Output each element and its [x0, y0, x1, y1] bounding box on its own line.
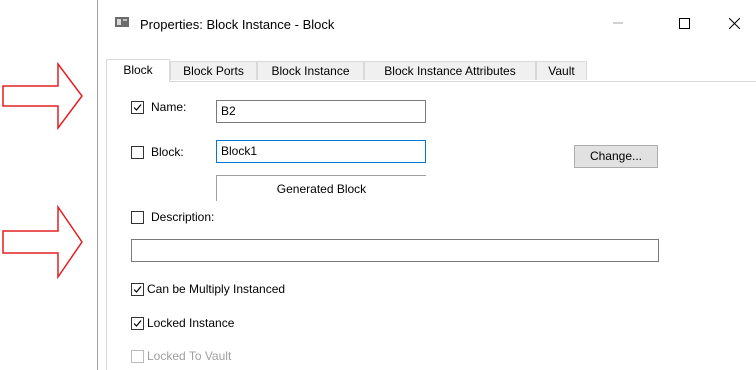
name-label: Name: — [151, 100, 187, 114]
maximize-icon — [678, 17, 690, 29]
block-checkbox[interactable] — [131, 146, 144, 159]
name-input[interactable]: B2 — [216, 100, 426, 123]
checkmark-icon — [133, 104, 142, 111]
app-icon — [115, 17, 129, 27]
description-input[interactable] — [131, 239, 659, 262]
tab-vault[interactable]: Vault — [536, 61, 587, 80]
checkmark-icon — [133, 286, 142, 293]
multiply-instanced-label: Can be Multiply Instanced — [147, 282, 286, 296]
locked-to-vault-label: Locked To Vault — [147, 349, 232, 363]
locked-instance-checkbox[interactable] — [131, 317, 144, 330]
title-bar: Properties: Block Instance - Block — [98, 0, 756, 45]
change-button[interactable]: Change... — [574, 145, 658, 168]
properties-dialog: Properties: Block Instance - Block Block… — [97, 0, 756, 370]
locked-instance-label: Locked Instance — [147, 316, 235, 330]
annotation-arrow-name — [2, 62, 83, 131]
generated-block-label: Generated Block — [216, 175, 426, 201]
multiply-instanced-checkbox[interactable] — [131, 283, 144, 296]
annotation-arrow-description — [2, 205, 83, 280]
tab-block-instance[interactable]: Block Instance — [257, 61, 364, 80]
close-icon — [728, 17, 740, 29]
window-title: Properties: Block Instance - Block — [140, 17, 335, 32]
description-checkbox[interactable] — [131, 211, 144, 224]
tab-block-ports[interactable]: Block Ports — [170, 61, 257, 80]
minimize-icon — [613, 22, 623, 24]
close-button[interactable] — [711, 8, 756, 38]
minimize-button[interactable] — [595, 8, 641, 38]
block-label: Block: — [151, 145, 184, 159]
tab-block-instance-attributes[interactable]: Block Instance Attributes — [364, 61, 536, 80]
checkmark-icon — [133, 320, 142, 327]
description-label: Description: — [151, 210, 215, 224]
name-checkbox[interactable] — [131, 101, 144, 114]
block-input[interactable]: Block1 — [216, 140, 426, 163]
tab-block[interactable]: Block — [106, 59, 170, 82]
locked-to-vault-checkbox[interactable] — [131, 350, 144, 363]
maximize-button[interactable] — [661, 8, 707, 38]
